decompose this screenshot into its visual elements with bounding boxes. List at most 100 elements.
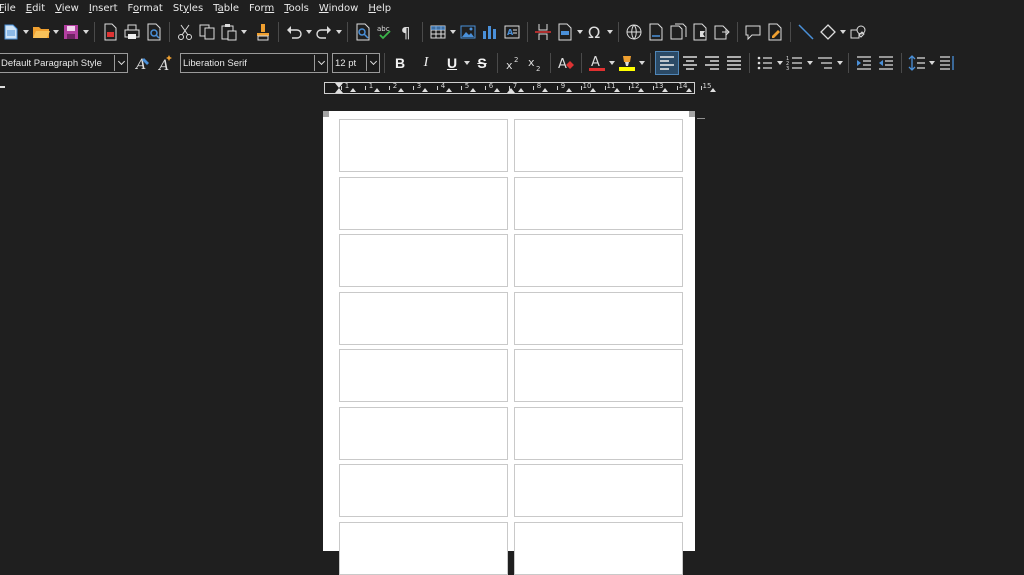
unordered-list-dropdown[interactable] [776,52,784,74]
comment-icon[interactable] [742,21,764,43]
ruler-tab-stop[interactable] [398,88,404,92]
label-cell[interactable] [514,521,683,575]
ruler-tab-stop[interactable] [542,88,548,92]
justify-button[interactable] [723,52,745,74]
font-name-dropdown[interactable] [314,55,327,71]
outline-list-dropdown[interactable] [836,52,844,74]
label-cell[interactable] [514,291,683,345]
italic-button[interactable]: I [415,52,437,74]
bold-button[interactable]: B [389,52,411,74]
underline-dropdown[interactable] [463,52,471,74]
special-character-icon[interactable]: Ω [584,21,606,43]
ruler-tab-stop[interactable] [566,88,572,92]
label-cell[interactable] [514,349,683,402]
ordered-list-dropdown[interactable] [806,52,814,74]
unordered-list-icon[interactable] [754,52,776,74]
menu-styles[interactable]: Styles [169,3,209,14]
hyperlink-icon[interactable] [623,21,645,43]
ruler-tab-stop[interactable] [518,88,524,92]
menu-table[interactable]: Table [209,3,245,14]
insert-chart-icon[interactable] [479,21,501,43]
label-cell[interactable] [514,234,683,287]
insert-field-icon[interactable] [554,21,576,43]
label-cell[interactable] [339,464,508,517]
line-icon[interactable] [795,21,817,43]
copy-icon[interactable] [196,21,218,43]
font-color-dropdown[interactable] [608,52,616,74]
ruler-tab-stop[interactable] [614,88,620,92]
underline-button[interactable]: U [441,52,463,74]
menu-insert[interactable]: Insert [85,3,124,14]
line-spacing-icon[interactable] [906,52,928,74]
export-pdf-icon[interactable] [99,21,121,43]
ruler-tab-stop[interactable] [710,88,716,92]
menu-view[interactable]: View [51,3,85,14]
label-cell[interactable] [514,406,683,460]
line-spacing-dropdown[interactable] [928,52,936,74]
menu-format[interactable]: Format [124,3,169,14]
paragraph-style-dropdown[interactable] [114,55,127,71]
undo-dropdown[interactable] [305,21,313,43]
bookmark-icon[interactable] [689,21,711,43]
draw-functions-icon[interactable] [847,21,869,43]
special-character-dropdown[interactable] [606,21,614,43]
print-icon[interactable] [121,21,143,43]
label-cell[interactable] [339,176,508,230]
ruler-tab-stop[interactable] [686,88,692,92]
label-cell[interactable] [339,349,508,402]
font-color-icon[interactable]: A [586,52,608,74]
update-style-icon[interactable]: A [132,52,154,74]
spelling-icon[interactable]: abc [374,21,396,43]
undo-icon[interactable] [283,21,305,43]
label-cell[interactable] [339,291,508,345]
ruler-tab-stop[interactable] [662,88,668,92]
footnote-icon[interactable] [645,21,667,43]
align-left-button[interactable] [655,51,679,75]
highlight-color-icon[interactable] [616,52,638,74]
basic-shapes-icon[interactable] [817,21,839,43]
save-dropdown[interactable] [82,21,90,43]
ruler-tab-stop[interactable] [470,88,476,92]
paste-dropdown[interactable] [240,21,248,43]
page-break-icon[interactable] [532,21,554,43]
endnote-icon[interactable] [667,21,689,43]
ruler-tab-stop[interactable] [590,88,596,92]
paste-icon[interactable] [218,21,240,43]
label-cell[interactable] [339,521,508,575]
menu-window[interactable]: Window [315,3,364,14]
superscript-icon[interactable]: x2 [502,52,524,74]
document-page[interactable] [323,111,695,575]
new-icon[interactable] [0,21,22,43]
label-cell[interactable] [514,176,683,230]
track-changes-icon[interactable] [764,21,786,43]
menu-tools[interactable]: Tools [280,3,315,14]
subscript-icon[interactable]: x2 [524,52,546,74]
horizontal-ruler[interactable]: 1 1 2 3 4 5 6 7 8 9 10 11 12 13 14 15 [324,82,716,94]
new-dropdown[interactable] [22,21,30,43]
outline-list-icon[interactable] [814,52,836,74]
align-center-button[interactable] [679,52,701,74]
menu-file[interactable]: File [0,3,22,14]
ruler-tab-stop[interactable] [374,88,380,92]
ruler-tab-stop[interactable] [494,88,500,92]
cross-reference-icon[interactable] [711,21,733,43]
ruler-tab-stop[interactable] [350,88,356,92]
paragraph-style-combo[interactable]: Default Paragraph Style [0,53,128,73]
save-icon[interactable] [60,21,82,43]
find-replace-icon[interactable] [352,21,374,43]
align-right-button[interactable] [701,52,723,74]
strikethrough-button[interactable]: S [471,52,493,74]
insert-textbox-icon[interactable]: A [501,21,523,43]
ordered-list-icon[interactable]: 123 [784,52,806,74]
redo-icon[interactable] [313,21,335,43]
insert-field-dropdown[interactable] [576,21,584,43]
font-name-combo[interactable]: Liberation Serif [180,53,328,73]
clone-formatting-icon[interactable] [252,21,274,43]
open-icon[interactable] [30,21,52,43]
insert-image-icon[interactable] [457,21,479,43]
font-size-combo[interactable]: 12 pt [332,53,380,73]
highlight-color-dropdown[interactable] [638,52,646,74]
formatting-marks-icon[interactable]: ¶ [396,21,418,43]
increase-indent-icon[interactable] [853,52,875,74]
label-cell[interactable] [514,119,683,172]
